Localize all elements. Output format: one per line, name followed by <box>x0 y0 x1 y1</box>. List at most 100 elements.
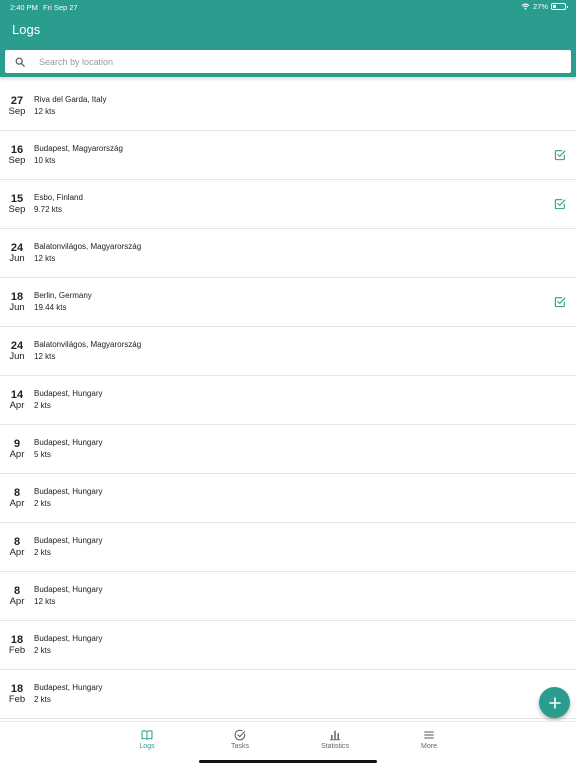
tab-logs-label: Logs <box>139 743 155 750</box>
log-row[interactable]: 24 Jun Balatonvilágos, Magyarország 12 kts <box>0 327 576 376</box>
log-row[interactable]: 27 Sep Riva del Garda, Italy 12 kts <box>0 82 576 131</box>
app-header: Logs <box>0 14 576 77</box>
log-location: Balatonvilágos, Magyarország <box>34 242 142 251</box>
log-location: Budapest, Magyarország <box>34 144 123 153</box>
log-location: Budapest, Hungary <box>34 389 103 398</box>
log-date: 8 Apr <box>6 586 28 607</box>
log-month: Apr <box>9 449 25 460</box>
log-date: 18 Jun <box>6 292 28 313</box>
wifi-icon <box>521 3 530 10</box>
checked-box-icon[interactable] <box>554 198 566 210</box>
log-location: Budapest, Hungary <box>34 536 103 545</box>
log-month: Apr <box>9 498 25 509</box>
menu-icon <box>424 731 434 739</box>
battery-icon <box>551 3 568 10</box>
tab-tasks-label: Tasks <box>231 743 249 750</box>
log-date: 8 Apr <box>6 488 28 509</box>
log-speed: 10 kts <box>34 156 56 165</box>
tab-more[interactable]: More <box>399 729 459 750</box>
log-info: Balatonvilágos, Magyarország 12 kts <box>34 242 141 264</box>
log-speed: 2 kts <box>34 548 51 557</box>
tab-statistics-label: Statistics <box>320 743 349 750</box>
log-speed: 12 kts <box>34 254 56 263</box>
log-speed: 19.44 kts <box>34 303 67 312</box>
log-speed: 9.72 kts <box>34 205 63 214</box>
book-open-icon <box>141 730 153 740</box>
log-month: Apr <box>9 400 25 411</box>
log-row[interactable]: 14 Apr Budapest, Hungary 2 kts <box>0 376 576 425</box>
log-info: Budapest, Hungary 2 kts <box>34 683 103 705</box>
search-icon <box>15 57 35 67</box>
search-bar[interactable] <box>5 50 571 73</box>
log-row[interactable]: 9 Apr Budapest, Hungary 5 kts <box>0 425 576 474</box>
log-location: Budapest, Hungary <box>34 438 103 447</box>
log-row[interactable]: 8 Apr Budapest, Hungary 2 kts <box>0 474 576 523</box>
log-month: Apr <box>9 547 25 558</box>
log-location: Budapest, Hungary <box>34 683 103 692</box>
log-row[interactable]: 15 Sep Esbo, Finland 9.72 kts <box>0 180 576 229</box>
check-circle-icon <box>234 729 246 741</box>
log-location: Budapest, Hungary <box>34 585 103 594</box>
status-bar: 2:40 PM Fri Sep 27 27% <box>0 0 576 14</box>
log-location: Balatonvilágos, Magyarország <box>34 340 142 349</box>
status-indicators: 27% <box>521 2 568 11</box>
tab-more-label: More <box>421 743 437 750</box>
log-info: Berlin, Germany 19.44 kts <box>34 291 92 313</box>
log-list: 27 Sep Riva del Garda, Italy 12 kts 16 Sep Bud… <box>0 82 576 719</box>
log-month: Feb <box>8 694 26 705</box>
log-month: Sep <box>8 155 26 166</box>
log-info: Budapest, Magyarország 10 kts <box>34 144 123 166</box>
search-input[interactable] <box>39 56 571 67</box>
checked-box-icon[interactable] <box>554 296 566 308</box>
log-date: 16 Sep <box>6 145 28 166</box>
log-date: 24 Jun <box>6 341 28 362</box>
log-date: 18 Feb <box>6 635 28 656</box>
log-speed: 2 kts <box>34 646 51 655</box>
log-info: Budapest, Hungary 2 kts <box>34 634 103 656</box>
bar-chart-icon <box>329 730 341 741</box>
page-title: Logs <box>12 22 41 37</box>
log-info: Budapest, Hungary 2 kts <box>34 487 103 509</box>
status-time: 2:40 PM <box>10 3 38 12</box>
battery-level <box>553 5 556 8</box>
log-info: Esbo, Finland 9.72 kts <box>34 193 83 215</box>
log-speed: 12 kts <box>34 352 56 361</box>
log-month: Sep <box>8 204 26 215</box>
log-row[interactable]: 8 Apr Budapest, Hungary 12 kts <box>0 572 576 621</box>
log-date: 18 Feb <box>6 684 28 705</box>
log-row[interactable]: 18 Feb Budapest, Hungary 2 kts <box>0 621 576 670</box>
home-indicator <box>199 760 377 763</box>
log-month: Sep <box>8 106 26 117</box>
log-speed: 2 kts <box>34 695 51 704</box>
log-month: Jun <box>9 302 25 313</box>
log-info: Budapest, Hungary 2 kts <box>34 389 103 411</box>
log-month: Jun <box>9 253 25 264</box>
log-row[interactable]: 18 Feb Budapest, Hungary 2 kts <box>0 670 576 719</box>
checked-box-icon[interactable] <box>554 149 566 161</box>
log-date: 8 Apr <box>6 537 28 558</box>
add-log-button[interactable] <box>539 687 570 718</box>
tab-logs[interactable]: Logs <box>117 729 177 750</box>
battery-percent: 27% <box>532 2 548 11</box>
tab-tasks[interactable]: Tasks <box>210 729 270 750</box>
log-location: Riva del Garda, Italy <box>34 95 107 104</box>
tab-statistics[interactable]: Statistics <box>305 729 365 750</box>
plus-icon <box>548 696 561 709</box>
log-date: 15 Sep <box>6 194 28 215</box>
log-info: Riva del Garda, Italy 12 kts <box>34 95 106 117</box>
log-speed: 2 kts <box>34 499 51 508</box>
log-info: Budapest, Hungary 2 kts <box>34 536 103 558</box>
log-info: Budapest, Hungary 12 kts <box>34 585 103 607</box>
log-row[interactable]: 24 Jun Balatonvilágos, Magyarország 12 kts <box>0 229 576 278</box>
log-date: 27 Sep <box>6 96 28 117</box>
log-month: Jun <box>9 351 25 362</box>
log-row[interactable]: 16 Sep Budapest, Magyarország 10 kts <box>0 131 576 180</box>
log-date: 24 Jun <box>6 243 28 264</box>
log-row[interactable]: 18 Jun Berlin, Germany 19.44 kts <box>0 278 576 327</box>
log-info: Balatonvilágos, Magyarország 12 kts <box>34 340 141 362</box>
log-row[interactable]: 8 Apr Budapest, Hungary 2 kts <box>0 523 576 572</box>
log-date: 9 Apr <box>6 439 28 460</box>
log-location: Berlin, Germany <box>34 291 92 300</box>
log-date: 14 Apr <box>6 390 28 411</box>
status-date: Fri Sep 27 <box>43 3 78 12</box>
